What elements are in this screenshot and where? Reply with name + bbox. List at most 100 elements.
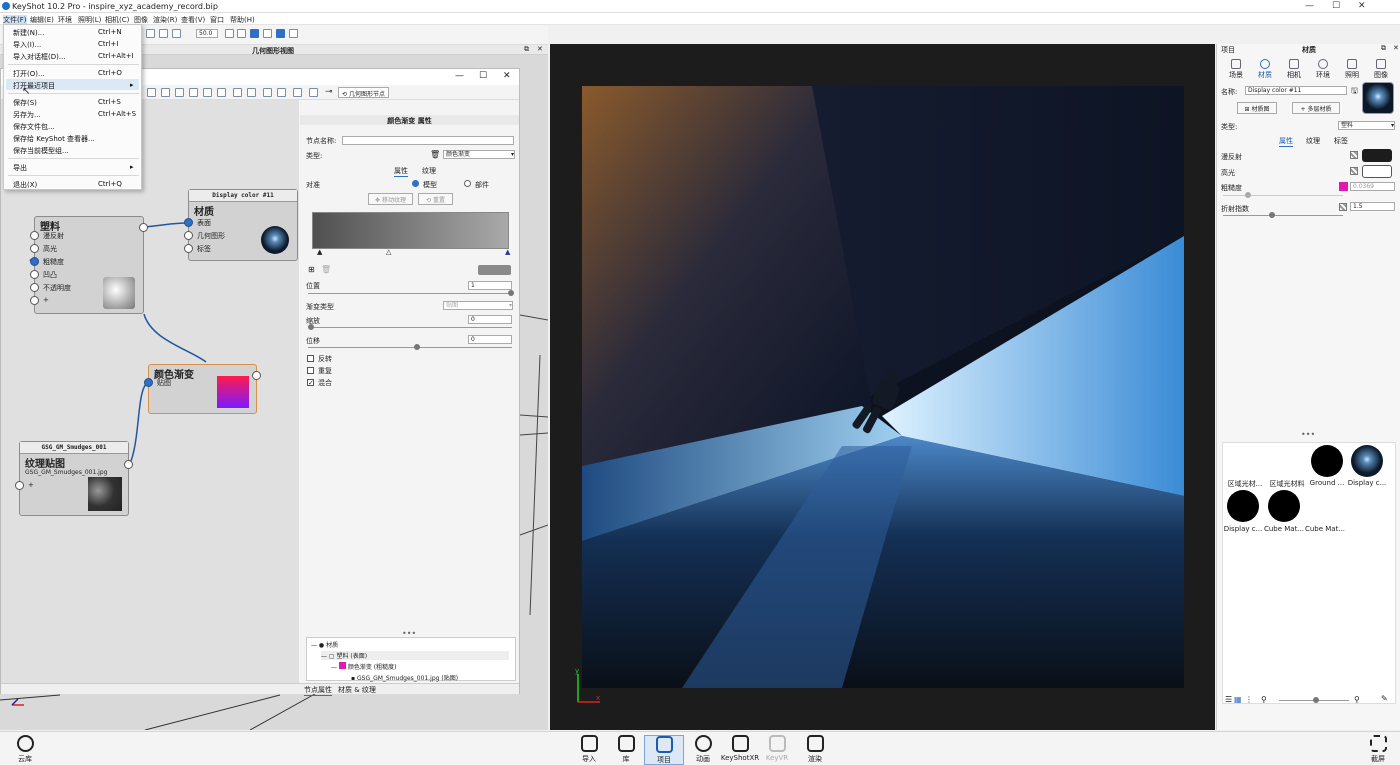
tab-texture[interactable]: 纹理 <box>422 166 436 176</box>
target-icon[interactable] <box>175 88 184 97</box>
ior-slider[interactable] <box>1223 212 1343 218</box>
image-icon[interactable] <box>1376 59 1386 69</box>
blend-checkbox[interactable]: ✓ <box>307 379 314 387</box>
library-thumb[interactable] <box>1227 490 1259 522</box>
import-button[interactable]: 导入 <box>569 735 609 764</box>
position-slider[interactable] <box>308 290 514 296</box>
slider-knob[interactable] <box>1269 212 1275 218</box>
frame-icon[interactable] <box>309 88 318 97</box>
tab-scene[interactable]: 场景 <box>1224 70 1248 80</box>
menu-item-save-viewer[interactable]: 保存给 KeyShot 查看器... <box>13 134 95 144</box>
geometry-node-button[interactable]: ⟲ 几何图形节点 <box>338 87 389 98</box>
small-grid-icon[interactable]: ⋮ <box>1245 695 1253 704</box>
menu-item-exit[interactable]: 退出(X) <box>13 180 37 190</box>
tab-camera[interactable]: 相机 <box>1282 70 1306 80</box>
menu-item-import[interactable]: 导入(I)... <box>13 40 41 50</box>
frame-icon[interactable] <box>237 29 246 38</box>
tree-row[interactable]: ▪ GSG_GM_Smudges_001.jpg (贴图) <box>351 673 458 682</box>
menu-item-export[interactable]: 导出 <box>13 163 27 173</box>
image-icon[interactable] <box>293 88 302 97</box>
opacity-port[interactable] <box>30 283 39 292</box>
splitter-handle-icon[interactable]: ••• <box>1301 430 1315 439</box>
subtab-label[interactable]: 标签 <box>1334 136 1348 146</box>
delete-stop-icon[interactable]: 🗑 <box>321 265 331 274</box>
menu-window[interactable]: 窗口 <box>210 15 224 25</box>
shield-icon[interactable] <box>276 29 285 38</box>
surface-port[interactable] <box>184 218 193 227</box>
type-select[interactable]: 颜色渐变 ▾ <box>443 150 515 159</box>
library-thumb[interactable] <box>1311 445 1343 477</box>
multi-material-button[interactable]: + 多层材质 <box>1292 102 1340 114</box>
tab-node-properties[interactable]: 节点属性 <box>304 685 332 696</box>
stop-color-swatch[interactable] <box>478 265 511 275</box>
ior-input[interactable]: 1.5 <box>1350 202 1395 211</box>
library-thumb[interactable] <box>1351 445 1383 477</box>
texture-map-node[interactable]: GSG_GM_Smudges_001 纹理贴图 GSG_GM_Smudges_0… <box>15 441 133 516</box>
slider-knob[interactable] <box>508 290 514 296</box>
texture-slot-icon[interactable] <box>1350 167 1358 175</box>
layout-icon[interactable] <box>161 88 170 97</box>
plastic-node[interactable]: 塑料 漫反射 高光 粗糙度 凹凸 不透明度 + <box>30 216 148 314</box>
delete-icon[interactable] <box>217 88 226 97</box>
roughness-input[interactable]: 0.0369 <box>1350 182 1395 191</box>
lighting-icon[interactable] <box>1347 59 1357 69</box>
refresh-icon[interactable] <box>146 29 155 38</box>
material-node[interactable]: Display color #11 材质 表面 几何图形 标签 <box>184 189 298 261</box>
radio-part[interactable] <box>464 180 471 187</box>
menu-item-save-model-set[interactable]: 保存当前模型组... <box>13 146 69 156</box>
slider-knob[interactable] <box>414 344 420 350</box>
specular-port[interactable] <box>30 244 39 253</box>
tab-material[interactable]: 材质 <box>1253 70 1277 80</box>
thumb-size-slider[interactable] <box>1279 697 1349 703</box>
roughness-texture-swatch[interactable] <box>1339 182 1348 191</box>
maximize-icon[interactable]: ☐ <box>1332 1 1340 11</box>
fit-icon[interactable] <box>277 88 286 97</box>
camera-icon[interactable] <box>1289 59 1299 69</box>
label-port[interactable] <box>184 244 193 253</box>
scale-input[interactable]: 0 <box>468 315 512 324</box>
position-input[interactable]: 1 <box>468 281 512 290</box>
specular-swatch[interactable] <box>1362 165 1392 178</box>
subtab-properties[interactable]: 属性 <box>1279 136 1293 147</box>
close-icon[interactable]: ✕ <box>503 71 511 81</box>
library-button[interactable]: 库 <box>606 735 646 764</box>
zoom-icon[interactable] <box>225 29 234 38</box>
tree-row[interactable]: — ● 材质 <box>311 640 338 649</box>
arrow-down-icon[interactable] <box>172 29 181 38</box>
roughness-slider[interactable] <box>1223 192 1343 198</box>
color-gradient-node[interactable]: 颜色渐变 贴图 <box>144 364 261 414</box>
slider-knob[interactable] <box>1245 192 1251 198</box>
menu-item-new[interactable]: 新建(N)... <box>13 28 44 38</box>
keyvr-button[interactable]: KeyVR <box>757 735 797 762</box>
menu-item-save-package[interactable]: 保存文件包... <box>13 122 55 132</box>
menu-item-save[interactable]: 保存(S) <box>13 98 37 108</box>
reset-button[interactable]: ⟲ 重置 <box>418 193 453 205</box>
diffuse-port[interactable] <box>30 231 39 240</box>
texture-slot-icon[interactable] <box>1339 203 1347 211</box>
bump-port[interactable] <box>30 270 39 279</box>
edit-icon[interactable]: ✎ <box>1381 694 1388 703</box>
gradient-stop-mid[interactable]: △ <box>386 248 391 256</box>
cloud-library-button[interactable]: 云库 <box>5 735 45 764</box>
add-port[interactable] <box>15 481 24 490</box>
geometry-port[interactable] <box>184 231 193 240</box>
texture-port[interactable] <box>144 378 153 387</box>
tab-environment[interactable]: 环境 <box>1311 70 1335 80</box>
tab-image[interactable]: 图像 <box>1369 70 1393 80</box>
list-view-icon[interactable]: ☰ <box>1225 695 1232 704</box>
trash-icon[interactable]: 🗑 <box>430 150 440 159</box>
maximize-icon[interactable]: ☐ <box>479 71 487 81</box>
bulb-icon[interactable] <box>289 29 298 38</box>
paste-icon[interactable] <box>203 88 212 97</box>
menu-help[interactable]: 帮助(H) <box>230 15 255 25</box>
scene-icon[interactable] <box>1231 59 1241 69</box>
project-button[interactable]: 项目 <box>644 735 684 765</box>
library-thumb[interactable] <box>1268 490 1300 522</box>
tree-row[interactable]: — 颜色渐变 (粗糙度) <box>331 662 396 671</box>
undock-icon[interactable]: ⧉ <box>1381 44 1386 53</box>
menu-item-import-dialog[interactable]: 导入对话框(D)... <box>13 52 66 62</box>
texture-slot-icon[interactable] <box>1350 151 1358 159</box>
menu-view[interactable]: 查看(V) <box>181 15 205 25</box>
tab-material-texture[interactable]: 材质 & 纹理 <box>338 685 376 695</box>
output-port[interactable] <box>252 371 261 380</box>
